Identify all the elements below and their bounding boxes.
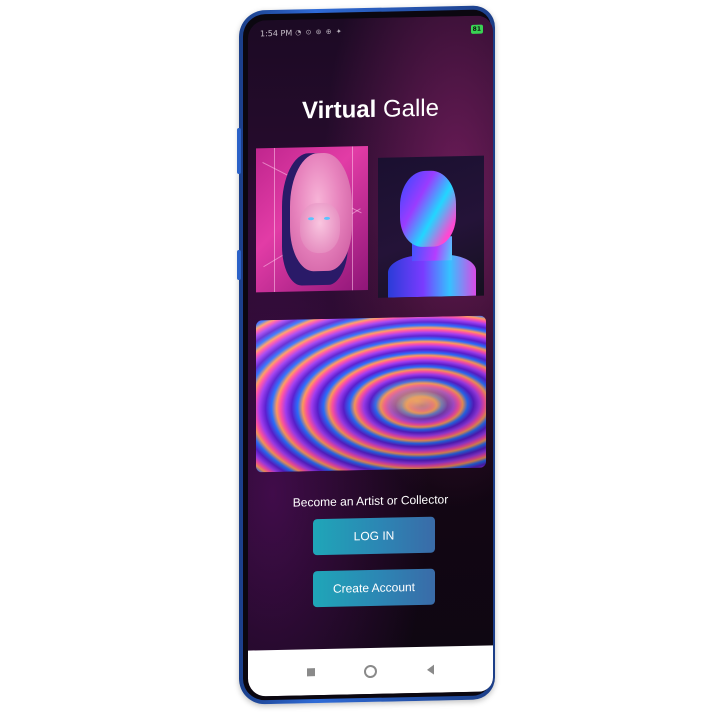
bust-head bbox=[400, 170, 456, 248]
create-account-button[interactable]: Create Account bbox=[313, 568, 435, 608]
artwork-holographic-bust[interactable] bbox=[378, 155, 484, 298]
battery-icon: 81 bbox=[470, 24, 483, 34]
app-title-light: Galle bbox=[382, 94, 439, 123]
notification-icons: ◔ ⊙ ⊛ ⊕ ✦ bbox=[295, 27, 343, 37]
status-time: 1:54 PM bbox=[260, 28, 293, 38]
phone-screen: 1:54 PM ◔ ⊙ ⊛ ⊕ ✦ 81 Virtual Galle Becom… bbox=[248, 15, 493, 697]
swirl-sheen bbox=[256, 315, 486, 473]
login-button[interactable]: LOG IN bbox=[313, 516, 435, 556]
bearded-bust-face bbox=[300, 202, 340, 254]
navigation-bar bbox=[248, 645, 493, 697]
volume-button bbox=[237, 128, 241, 174]
status-bar: 1:54 PM ◔ ⊙ ⊛ ⊕ ✦ 81 bbox=[260, 22, 483, 41]
artwork-neon-swirl[interactable] bbox=[256, 315, 486, 473]
power-button bbox=[237, 250, 241, 280]
app-title: Virtual Galle bbox=[248, 93, 493, 126]
status-left: 1:54 PM ◔ ⊙ ⊛ ⊕ ✦ bbox=[260, 27, 343, 38]
tagline: Become an Artist or Collector bbox=[292, 492, 449, 510]
app-title-bold: Virtual bbox=[302, 95, 377, 125]
recents-square-icon[interactable] bbox=[303, 664, 319, 680]
back-triangle-icon[interactable] bbox=[423, 662, 439, 678]
home-circle-icon[interactable] bbox=[363, 663, 379, 679]
artwork-pink-bust[interactable] bbox=[256, 146, 368, 293]
stage: 1:54 PM ◔ ⊙ ⊛ ⊕ ✦ 81 Virtual Galle Becom… bbox=[0, 0, 720, 720]
